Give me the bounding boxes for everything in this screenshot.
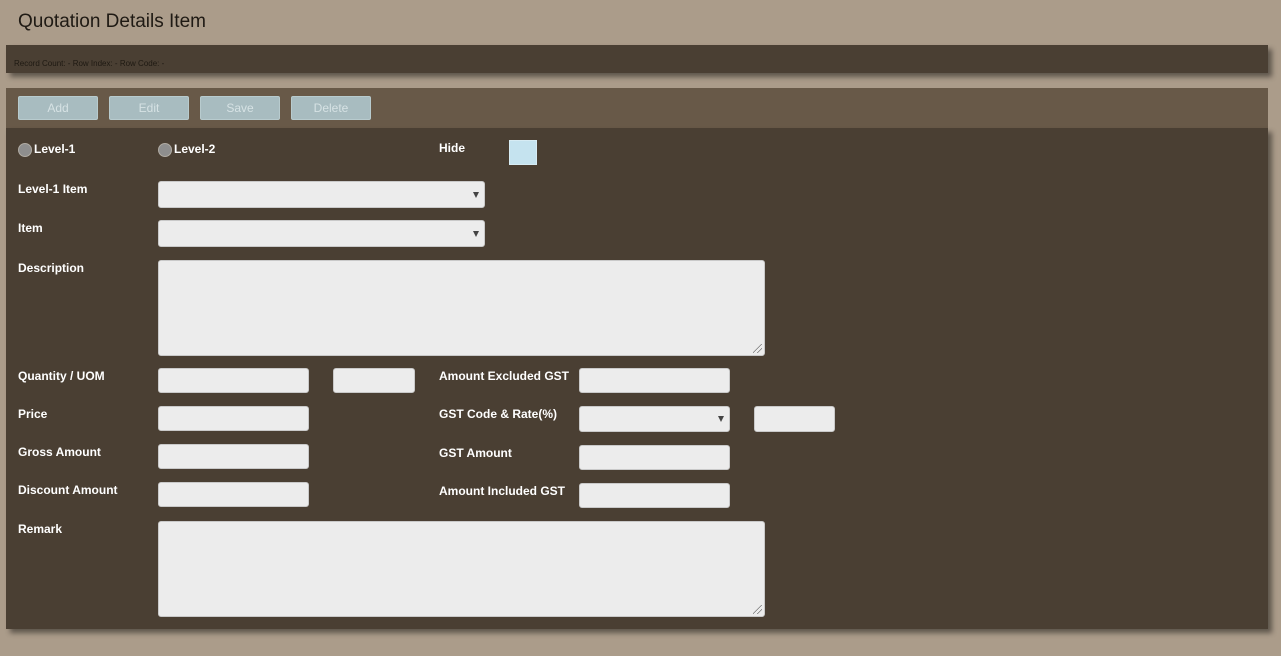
discount-amount-input[interactable] [158, 482, 309, 507]
remark-textarea[interactable] [158, 521, 765, 617]
gst-code-rate-label: GST Code & Rate(%) [439, 407, 558, 421]
level1-item-label: Level-1 Item [18, 182, 88, 196]
level2-radio-label: Level-2 [174, 142, 216, 156]
item-label: Item [18, 221, 43, 235]
hide-label: Hide [439, 141, 466, 155]
chevron-down-icon [473, 230, 479, 237]
record-status-text: Record Count: - Row Index: - Row Code: - [14, 59, 165, 68]
remark-label: Remark [18, 522, 63, 536]
save-button[interactable]: Save [200, 96, 280, 120]
delete-button[interactable]: Delete [291, 96, 371, 120]
level1-item-select[interactable] [158, 181, 485, 208]
amount-excluded-gst-input[interactable] [579, 368, 730, 393]
gst-code-select[interactable] [579, 406, 730, 432]
chevron-down-icon [718, 416, 724, 422]
quantity-input[interactable] [158, 368, 309, 393]
gst-amount-label: GST Amount [439, 446, 512, 460]
level1-radio-label: Level-1 [34, 142, 76, 156]
resize-grip-icon[interactable] [753, 605, 762, 614]
level2-radio[interactable] [158, 143, 172, 157]
amount-included-gst-label: Amount Included GST [439, 484, 565, 498]
gross-amount-label: Gross Amount [18, 445, 101, 459]
toolbar: Add Edit Save Delete [6, 88, 1268, 128]
chevron-down-icon [473, 191, 479, 198]
amount-excluded-gst-label: Amount Excluded GST [439, 369, 570, 383]
gst-amount-input[interactable] [579, 445, 730, 470]
quantity-uom-label: Quantity / UOM [18, 369, 105, 383]
resize-grip-icon[interactable] [753, 344, 762, 353]
page-title: Quotation Details Item [18, 11, 206, 32]
description-label: Description [18, 261, 85, 275]
add-button[interactable]: Add [18, 96, 98, 120]
edit-button[interactable]: Edit [109, 96, 189, 120]
level1-radio[interactable] [18, 143, 32, 157]
item-select[interactable] [158, 220, 485, 247]
discount-amount-label: Discount Amount [18, 483, 118, 497]
gross-amount-input[interactable] [158, 444, 309, 469]
description-textarea[interactable] [158, 260, 765, 356]
gst-rate-input[interactable] [754, 406, 835, 432]
status-bar: Record Count: - Row Index: - Row Code: - [6, 45, 1268, 73]
price-input[interactable] [158, 406, 309, 431]
hide-checkbox[interactable] [509, 140, 537, 165]
amount-included-gst-input[interactable] [579, 483, 730, 508]
uom-input[interactable] [333, 368, 415, 393]
price-label: Price [18, 407, 48, 421]
